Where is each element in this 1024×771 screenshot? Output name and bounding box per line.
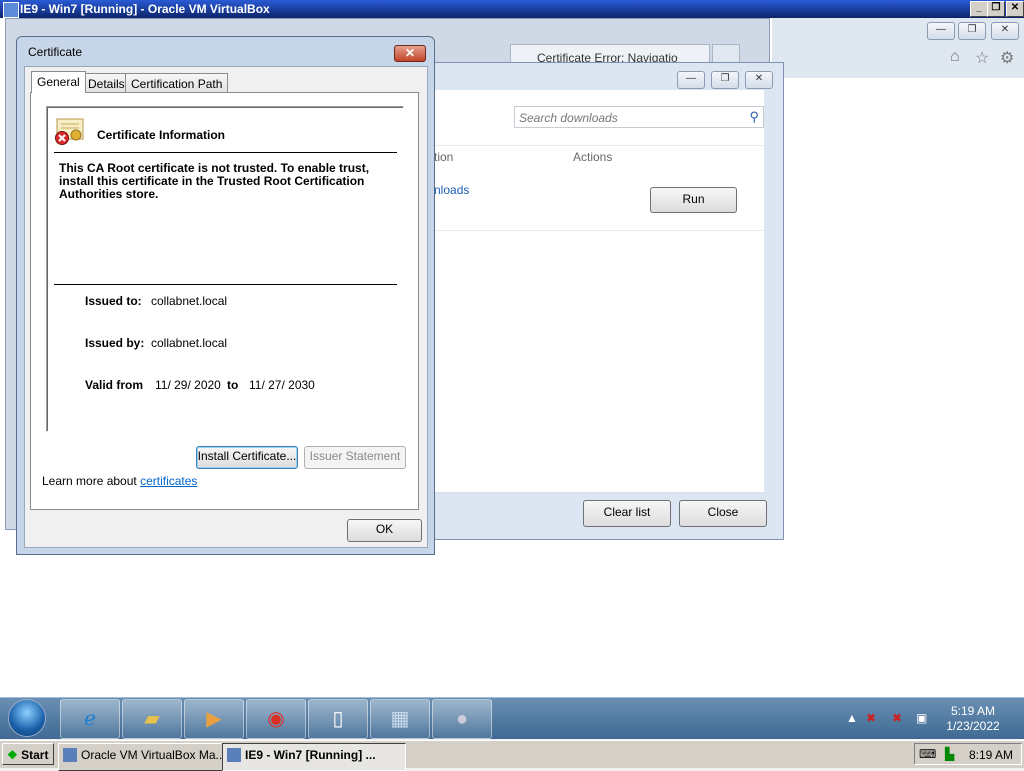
host-close-button[interactable]: ✕ — [1006, 1, 1024, 17]
issued-by-label: Issued by: — [85, 336, 145, 350]
chrome-icon: ◉ — [267, 708, 285, 730]
valid-to-label: to — [227, 378, 239, 392]
downloads-minimize-button[interactable]: — — [677, 71, 705, 89]
favorites-icon[interactable]: ☆ — [975, 48, 989, 68]
host-start-label: Start — [21, 748, 49, 762]
downloads-close-list-button[interactable]: Close — [679, 500, 767, 527]
host-start-button[interactable]: ❖ Start — [2, 743, 54, 765]
install-certificate-button[interactable]: Install Certificate... — [196, 446, 298, 469]
valid-to-value: 11/ 27/ 2030 — [249, 378, 315, 392]
network-error-icon[interactable]: ✖ — [866, 711, 876, 725]
downloads-restore-button[interactable]: ❐ — [711, 71, 739, 89]
tab-general[interactable]: General — [31, 71, 86, 93]
downloads-close-button[interactable]: ✕ — [745, 71, 773, 89]
guest-date: 1/23/2022 — [946, 719, 1000, 733]
document-icon: ▯ — [332, 708, 344, 730]
valid-from-label: Valid from — [85, 378, 144, 392]
learn-more-text: Learn more about certificates — [42, 474, 197, 488]
taskbar-network[interactable]: ▦ — [370, 699, 430, 739]
host-task-ie9-vm[interactable]: IE9 - Win7 [Running] ... — [222, 743, 406, 771]
host-task-virtualbox-manager[interactable]: Oracle VM VirtualBox Ma... — [58, 743, 242, 771]
learn-more-prefix: Learn more about — [42, 474, 137, 488]
taskbar-explorer[interactable]: ▰ — [122, 699, 182, 739]
certificates-link[interactable]: certificates — [140, 474, 197, 488]
divider — [434, 230, 764, 231]
action-center-icon[interactable]: ▣ — [916, 711, 927, 725]
guest-clock[interactable]: 5:19 AM 1/23/2022 — [940, 704, 1006, 734]
certificate-dialog-title: Certificate — [28, 45, 83, 59]
search-downloads-input[interactable]: Search downloads ⚲ — [514, 106, 764, 128]
windows-flag-icon: ❖ — [7, 748, 18, 762]
tab-certification-path[interactable]: Certification Path — [125, 73, 229, 92]
ok-button[interactable]: OK — [347, 519, 422, 542]
issuer-statement-button: Issuer Statement — [304, 446, 406, 469]
volume-error-icon[interactable]: ✖ — [892, 711, 902, 725]
guest-time: 5:19 AM — [950, 704, 996, 718]
home-icon[interactable]: ⌂ — [950, 48, 960, 66]
host-tray: ⌨ ▙ 8:19 AM — [914, 743, 1022, 765]
divider — [54, 284, 397, 285]
host-window-title: IE9 - Win7 [Running] - Oracle VM Virtual… — [20, 2, 270, 16]
issued-to-value: collabnet.local — [151, 294, 228, 308]
media-player-icon: ▶ — [206, 708, 222, 730]
clear-list-button[interactable]: Clear list — [583, 500, 671, 527]
downloads-link[interactable]: nloads — [434, 183, 469, 197]
divider — [54, 152, 397, 153]
issued-by-value: collabnet.local — [151, 336, 228, 350]
host-task-label: IE9 - Win7 [Running] ... — [245, 748, 376, 762]
taskbar-chrome[interactable]: ◉ — [246, 699, 306, 739]
host-task-label: Oracle VM VirtualBox Ma... — [81, 748, 226, 762]
divider — [434, 492, 764, 493]
column-header-actions[interactable]: Actions — [573, 150, 612, 164]
taskbar-unknown[interactable]: ● — [432, 699, 492, 739]
issued-to-label: Issued to: — [85, 294, 142, 308]
virtualbox-icon — [227, 748, 241, 762]
start-orb[interactable] — [8, 699, 46, 737]
folder-icon: ▰ — [144, 708, 160, 730]
run-button[interactable]: Run — [650, 187, 737, 213]
certificate-info-title: Certificate Information — [97, 128, 226, 142]
column-header-name[interactable]: tion — [434, 150, 453, 164]
certificate-error-icon — [54, 118, 86, 146]
show-hidden-icons[interactable]: ▲ — [846, 711, 858, 725]
virtualbox-icon — [63, 748, 77, 762]
taskbar-notepad[interactable]: ▯ — [308, 699, 368, 739]
ie-minimize-button[interactable]: — — [927, 22, 955, 40]
tools-gear-icon[interactable]: ⚙ — [1000, 48, 1014, 68]
host-title-bar: IE9 - Win7 [Running] - Oracle VM Virtual… — [0, 0, 1024, 18]
search-placeholder: Search downloads — [519, 111, 618, 125]
virtualbox-icon — [3, 2, 19, 18]
ie-icon: ℯ — [84, 708, 96, 730]
trust-warning-text: This CA Root certificate is not trusted.… — [59, 161, 370, 201]
circle-icon: ● — [455, 708, 469, 730]
network-icon[interactable]: ▙ — [945, 747, 954, 761]
ie-restore-button[interactable]: ❐ — [958, 22, 986, 40]
ie-close-button[interactable]: ✕ — [991, 22, 1019, 40]
valid-from-value: 11/ 29/ 2020 — [155, 378, 221, 392]
taskbar-media-player[interactable]: ▶ — [184, 699, 244, 739]
taskbar-ie[interactable]: ℯ — [60, 699, 120, 739]
keyboard-icon[interactable]: ⌨ — [919, 747, 936, 761]
host-minimize-button[interactable]: _ — [970, 1, 988, 17]
divider — [434, 145, 764, 146]
network-icon: ▦ — [390, 708, 410, 730]
search-icon[interactable]: ⚲ — [749, 109, 759, 125]
host-maximize-button[interactable]: ❐ — [987, 1, 1005, 17]
host-clock: 8:19 AM — [968, 748, 1013, 762]
tab-details[interactable]: Details — [82, 73, 131, 92]
certificate-close-button[interactable]: ✕ — [394, 45, 426, 62]
